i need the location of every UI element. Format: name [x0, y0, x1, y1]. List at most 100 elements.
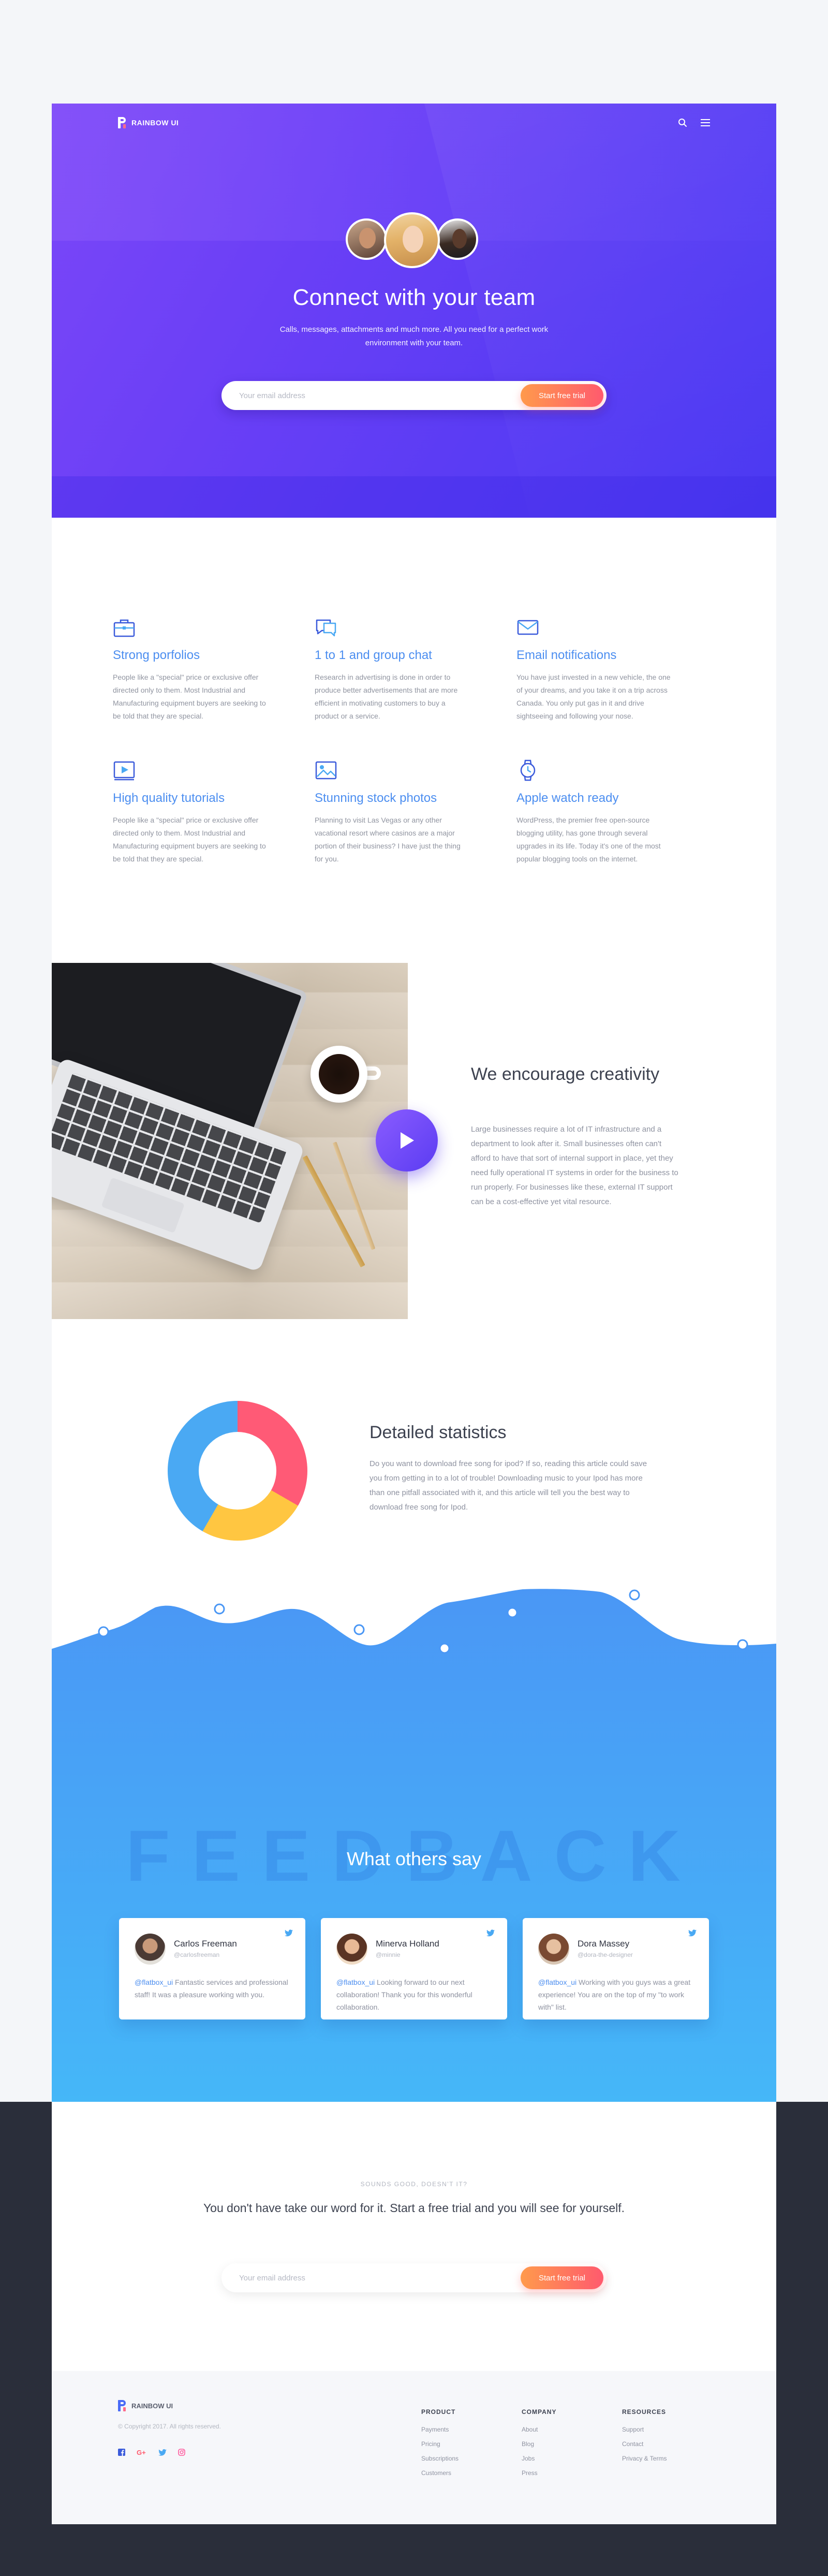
twitter-icon[interactable] [688, 1929, 697, 1939]
testimonial-card: Carlos Freeman @carlosfreeman @flatbox_u… [119, 1918, 305, 2019]
testimonial-text: @flatbox_ui Looking forward to our next … [336, 1978, 472, 2011]
feature-text: Planning to visit Las Vegas or any other… [315, 816, 461, 863]
menu-icon[interactable] [701, 119, 710, 127]
footer-column-title: COMPANY [522, 2408, 557, 2416]
footer-link[interactable]: Jobs [522, 2455, 556, 2462]
feature-text: People like a "special" price or exclusi… [113, 673, 266, 720]
testimonial-name: Dora Massey [578, 1939, 630, 1949]
feature-item: Apple watch ready WordPress, the premier… [516, 759, 672, 866]
footer-link[interactable]: About [522, 2426, 556, 2433]
hero-start-trial-button[interactable]: Start free trial [521, 384, 603, 407]
testimonial-name: Carlos Freeman [174, 1939, 237, 1949]
testimonial-text: @flatbox_ui Working with you guys was a … [538, 1978, 691, 2011]
footer-column-company: COMPANY About Blog Jobs Press [522, 2408, 556, 2484]
footer-link[interactable]: Press [522, 2469, 556, 2477]
feature-text: WordPress, the premier free open-source … [516, 816, 661, 863]
facebook-icon[interactable] [118, 2449, 125, 2458]
brand-name: RAINBOW UI [131, 119, 179, 127]
cta-start-trial-button[interactable]: Start free trial [521, 2266, 603, 2289]
hero-signup-form: Start free trial [221, 381, 607, 410]
avatar [538, 1934, 569, 1965]
image-icon [315, 759, 337, 782]
stats-text: Do you want to download free song for ip… [369, 1459, 647, 1512]
footer-link[interactable]: Payments [421, 2426, 459, 2433]
mention-link[interactable]: @flatbox_ui [538, 1978, 576, 1986]
footer-link[interactable]: Blog [522, 2440, 556, 2448]
hero-title: Connect with your team [292, 285, 536, 310]
svg-text:G+: G+ [137, 2449, 146, 2456]
testimonial-handle: @carlosfreeman [174, 1951, 220, 1958]
feedback-title: What others say [346, 1848, 482, 1869]
twitter-icon[interactable] [158, 2449, 167, 2458]
feature-title: Email notifications [516, 648, 617, 662]
twitter-icon[interactable] [285, 1929, 293, 1939]
logo-mark-icon [118, 2400, 126, 2411]
stats-title: Detailed statistics [369, 1423, 507, 1442]
feature-item: Strong porfolios People like a "special"… [113, 616, 268, 723]
google-plus-icon[interactable]: G+ [137, 2449, 147, 2458]
copyright-text: © Copyright 2017. All rights reserved. [118, 2423, 221, 2430]
avatar [384, 212, 440, 268]
testimonial-handle: @dora-the-designer [578, 1951, 633, 1958]
testimonial-card: Dora Massey @dora-the-designer @flatbox_… [523, 1918, 709, 2019]
footer-column-title: RESOURCES [622, 2408, 667, 2416]
testimonial-name: Minerva Holland [376, 1939, 439, 1949]
avatar [135, 1934, 166, 1965]
logo-mark-icon [118, 117, 126, 128]
mention-link[interactable]: @flatbox_ui [135, 1978, 173, 1986]
cta-title: You don't have take our word for it. Sta… [203, 2201, 625, 2215]
cta-email-input[interactable] [239, 2272, 498, 2284]
social-links: G+ [118, 2449, 185, 2458]
landing-page: RAINBOW UI Connect with your team Calls,… [52, 104, 776, 2524]
mention-link[interactable]: @flatbox_ui [336, 1978, 375, 1986]
hero-email-input[interactable] [239, 389, 498, 402]
twitter-icon[interactable] [486, 1929, 495, 1939]
cta-kicker: SOUNDS GOOD, DOESN'T IT? [360, 2180, 468, 2188]
feature-title: Apple watch ready [516, 791, 619, 805]
chat-icon [315, 616, 337, 639]
footer-column-resources: RESOURCES Support Contact Privacy & Term… [622, 2408, 667, 2469]
hero-section: RAINBOW UI Connect with your team Calls,… [52, 104, 776, 518]
play-video-button[interactable] [376, 1109, 438, 1172]
footer-link[interactable]: Customers [421, 2469, 459, 2477]
cta-signup-form: Start free trial [221, 2263, 607, 2292]
feature-title: Strong porfolios [113, 648, 200, 662]
stats-donut-chart [168, 1401, 307, 1541]
feature-title: 1 to 1 and group chat [315, 648, 432, 662]
testimonial-card: Minerva Holland @minnie @flatbox_ui Look… [321, 1918, 507, 2019]
watch-icon [516, 759, 539, 782]
feature-item: High quality tutorials People like a "sp… [113, 759, 268, 866]
feature-text: You have just invested in a new vehicle,… [516, 673, 671, 720]
footer-column-product: PRODUCT Payments Pricing Subscriptions C… [421, 2408, 459, 2484]
feature-title: Stunning stock photos [315, 791, 437, 805]
feature-item: 1 to 1 and group chat Research in advert… [315, 616, 470, 723]
feature-text: People like a "special" price or exclusi… [113, 816, 266, 863]
feature-text: Research in advertising is done in order… [315, 673, 458, 720]
footer-brand-logo[interactable]: RAINBOW UI [118, 2400, 173, 2411]
footer-link[interactable]: Contact [622, 2440, 667, 2448]
play-icon [401, 1132, 414, 1149]
creativity-text: Large businesses require a lot of IT inf… [471, 1125, 678, 1206]
mail-icon [516, 616, 539, 639]
search-icon[interactable] [678, 118, 687, 127]
feature-title: High quality tutorials [113, 791, 225, 805]
brand-logo[interactable]: RAINBOW UI [118, 117, 179, 128]
instagram-icon[interactable] [178, 2449, 185, 2458]
briefcase-icon [113, 616, 136, 639]
hero-subtitle: Calls, messages, attachments and much mo… [279, 325, 549, 347]
feature-item: Email notifications You have just invest… [516, 616, 672, 723]
footer-link[interactable]: Subscriptions [421, 2455, 459, 2462]
footer-column-title: PRODUCT [421, 2408, 456, 2416]
testimonial-handle: @minnie [376, 1951, 401, 1958]
features-section: Strong porfolios People like a "special"… [52, 518, 776, 963]
workspace-photo [52, 963, 408, 1319]
avatar [437, 218, 478, 260]
testimonial-text: @flatbox_ui Fantastic services and profe… [135, 1978, 288, 1999]
footer-brand-name: RAINBOW UI [131, 2402, 173, 2410]
footer-link[interactable]: Support [622, 2426, 667, 2433]
footer-link[interactable]: Privacy & Terms [622, 2455, 667, 2462]
video-icon [113, 759, 136, 782]
footer-link[interactable]: Pricing [421, 2440, 459, 2448]
creativity-title: We encourage creativity [471, 1064, 660, 1084]
avatar [336, 1934, 367, 1965]
